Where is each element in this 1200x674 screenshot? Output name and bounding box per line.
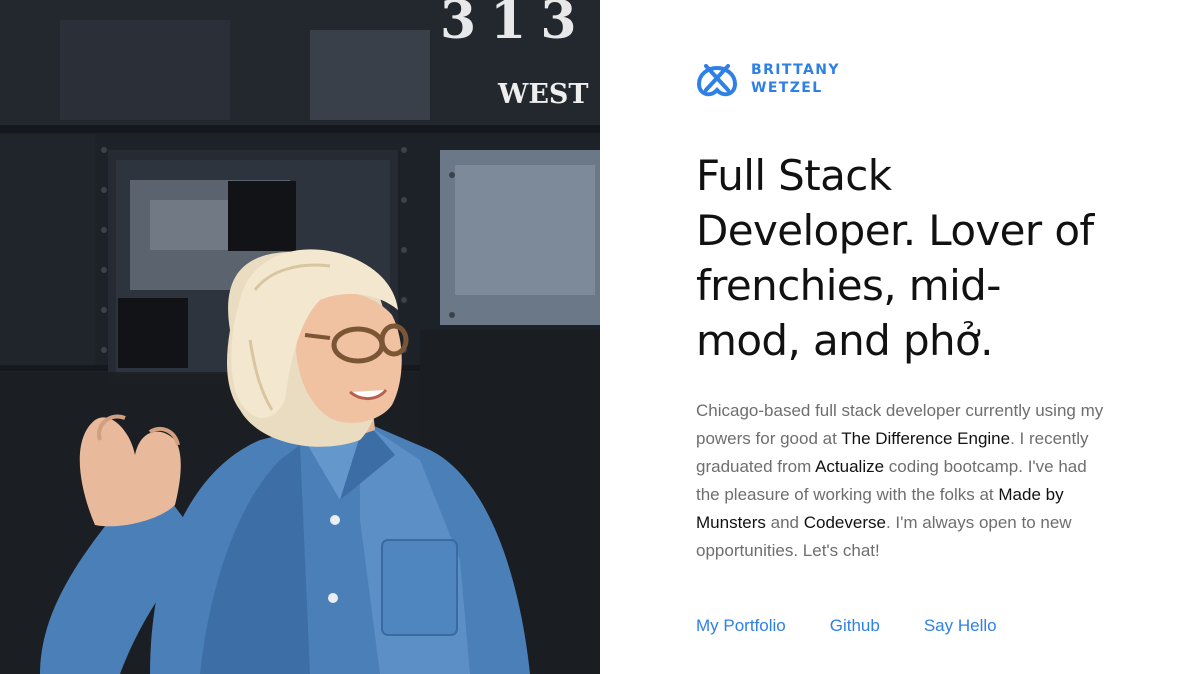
link-codeverse[interactable]: Codeverse <box>804 513 886 532</box>
brand-name-line1: BRITTANY <box>751 62 840 78</box>
brand-logo[interactable]: BRITTANY WETZEL <box>696 60 840 98</box>
headline-line1: Full Stack <box>696 151 892 200</box>
hero-photo-illustration: 313 WEST <box>0 0 600 674</box>
say-hello-link[interactable]: Say Hello <box>924 614 997 638</box>
bio-text-4: and <box>765 513 804 532</box>
sign-word: WEST <box>497 79 589 110</box>
contact-links: My Portfolio Github Say Hello <box>696 614 1041 638</box>
brand-name-line2: WETZEL <box>751 80 823 96</box>
intro-section: BRITTANY WETZEL Full Stack Developer. Lo… <box>696 0 1116 674</box>
bio-paragraph: Chicago-based full stack developer curre… <box>696 397 1106 565</box>
hero-photo: 313 WEST <box>0 0 600 674</box>
sign-number: 313 <box>440 0 591 51</box>
link-actualize[interactable]: Actualize <box>815 457 884 476</box>
headline-line3: frenchies, mid- <box>696 261 1001 310</box>
headline-line4: mod, and phở. <box>696 316 993 365</box>
page-headline: Full Stack Developer. Lover of frenchies… <box>696 148 1116 368</box>
pretzel-icon <box>696 64 738 97</box>
link-difference-engine[interactable]: The Difference Engine <box>841 429 1010 448</box>
github-link[interactable]: Github <box>830 614 880 638</box>
my-portfolio-link[interactable]: My Portfolio <box>696 614 786 638</box>
headline-line2: Developer. Lover of <box>696 206 1094 255</box>
brand-name: BRITTANY WETZEL <box>751 61 840 97</box>
